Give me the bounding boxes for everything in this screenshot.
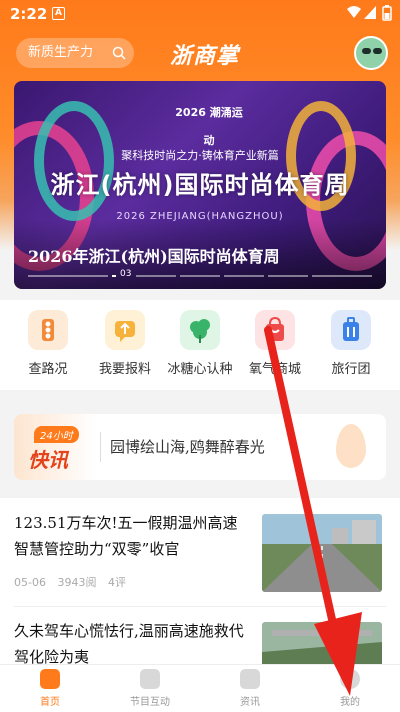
divider — [14, 606, 386, 607]
home-icon — [40, 669, 60, 689]
mascot-avatar-icon[interactable] — [354, 36, 388, 70]
tab-label: 资讯 — [240, 697, 260, 708]
wifi-icon — [347, 6, 361, 18]
news-comments: 4评 — [107, 576, 126, 589]
quick-link-label: 氧气商城 — [248, 362, 301, 377]
news-thumbnail — [262, 514, 382, 592]
tab-label: 节目互动 — [130, 697, 170, 708]
mascot-eye-right — [373, 48, 382, 54]
shopping-bag-icon — [255, 310, 295, 350]
quick-link-tree[interactable]: 冰糖心认种 — [165, 310, 235, 377]
news-meta: 05-06 3943阅 4评 — [14, 574, 134, 590]
indicator-segment — [136, 275, 176, 277]
mascot-eye-left — [362, 48, 371, 54]
indicator-page-number: 03 — [120, 269, 132, 279]
travel-group-icon — [331, 310, 371, 350]
tab-mine[interactable]: 我的 — [310, 669, 390, 708]
road-condition-icon — [28, 310, 68, 350]
banner-carousel[interactable]: 2026 潮涌运动 聚科技时尚之力·铸体育产业新篇 浙江(杭州)国际时尚体育周 … — [14, 81, 386, 289]
quick-link-report[interactable]: 我要报料 — [90, 310, 160, 377]
banner-caption: 2026年浙江(杭州)国际时尚体育周 — [28, 247, 280, 266]
top-bar: 新质生产力 浙商掌 — [0, 36, 400, 70]
quick-link-mall[interactable]: 氧气商城 — [240, 310, 310, 377]
carousel-indicator: 03 — [28, 269, 372, 279]
status-bar: 2:22 A — [0, 0, 400, 28]
document-icon — [240, 669, 260, 689]
indicator-segment — [28, 275, 108, 277]
tab-label: 首页 — [40, 697, 60, 708]
indicator-segment — [312, 275, 372, 277]
banner-event-logo: 2026 潮涌运动 — [175, 106, 243, 147]
quick-links: 查路况 我要报料 冰糖心认种 氧气商城 旅行团 — [0, 300, 400, 390]
tab-interaction[interactable]: 节目互动 — [110, 669, 190, 708]
quick-link-label: 冰糖心认种 — [167, 362, 233, 377]
quick-link-label: 我要报料 — [98, 362, 151, 377]
status-time: 2:22 — [10, 5, 48, 23]
quick-link-label: 查路况 — [28, 362, 68, 377]
search-input[interactable]: 新质生产力 — [16, 38, 134, 68]
app-logo: 浙商掌 — [170, 43, 240, 69]
notification-icon: A — [52, 7, 65, 20]
flame-icon — [336, 424, 366, 468]
news-title: 久未驾车心慌怯行,温丽高速施救代驾化险为夷 — [14, 622, 244, 666]
indicator-active — [112, 275, 116, 277]
news-date: 05-06 — [14, 576, 46, 589]
search-placeholder: 新质生产力 — [28, 45, 94, 60]
quick-link-label: 旅行团 — [331, 362, 371, 377]
battery-icon — [382, 5, 392, 21]
quick-link-road[interactable]: 查路况 — [13, 310, 83, 377]
user-icon — [340, 669, 360, 689]
bottom-tab-bar: 首页 节目互动 资讯 我的 — [0, 664, 400, 712]
news-item[interactable]: 123.51万车次!五一假期温州高速智慧管控助力“双零”收官 05-06 394… — [0, 510, 400, 600]
quick-link-travel[interactable]: 旅行团 — [316, 310, 386, 377]
indicator-segment — [268, 275, 308, 277]
news-title: 123.51万车次!五一假期温州高速智慧管控助力“双零”收官 — [14, 514, 238, 558]
news-views: 3943阅 — [57, 576, 97, 589]
indicator-segment — [180, 275, 220, 277]
chat-icon — [140, 669, 160, 689]
tree-adopt-icon — [180, 310, 220, 350]
tab-news[interactable]: 资讯 — [210, 669, 290, 708]
divider — [100, 432, 101, 462]
flash-news-card[interactable]: 24小时 快讯 园博绘山海,鸥舞醉春光 — [14, 414, 386, 480]
search-icon — [112, 46, 126, 60]
news-list: 123.51万车次!五一假期温州高速智慧管控助力“双零”收官 05-06 394… — [0, 498, 400, 668]
flash-news-text: 园博绘山海,鸥舞醉春光 — [110, 438, 265, 456]
tab-label: 我的 — [340, 697, 360, 708]
flash-badge: 24小时 快讯 — [14, 414, 96, 480]
flash-badge-title: 快讯 — [28, 448, 68, 472]
banner-headline: 浙江(杭州)国际时尚体育周 — [50, 171, 350, 199]
indicator-segment — [224, 275, 264, 277]
signal-icon — [364, 6, 376, 19]
news-thumbnail — [262, 622, 382, 668]
report-tip-icon — [105, 310, 145, 350]
tab-home[interactable]: 首页 — [10, 669, 90, 708]
flash-badge-small: 24小时 — [34, 426, 79, 443]
banner-tagline: 聚科技时尚之力·铸体育产业新篇 — [121, 149, 279, 162]
